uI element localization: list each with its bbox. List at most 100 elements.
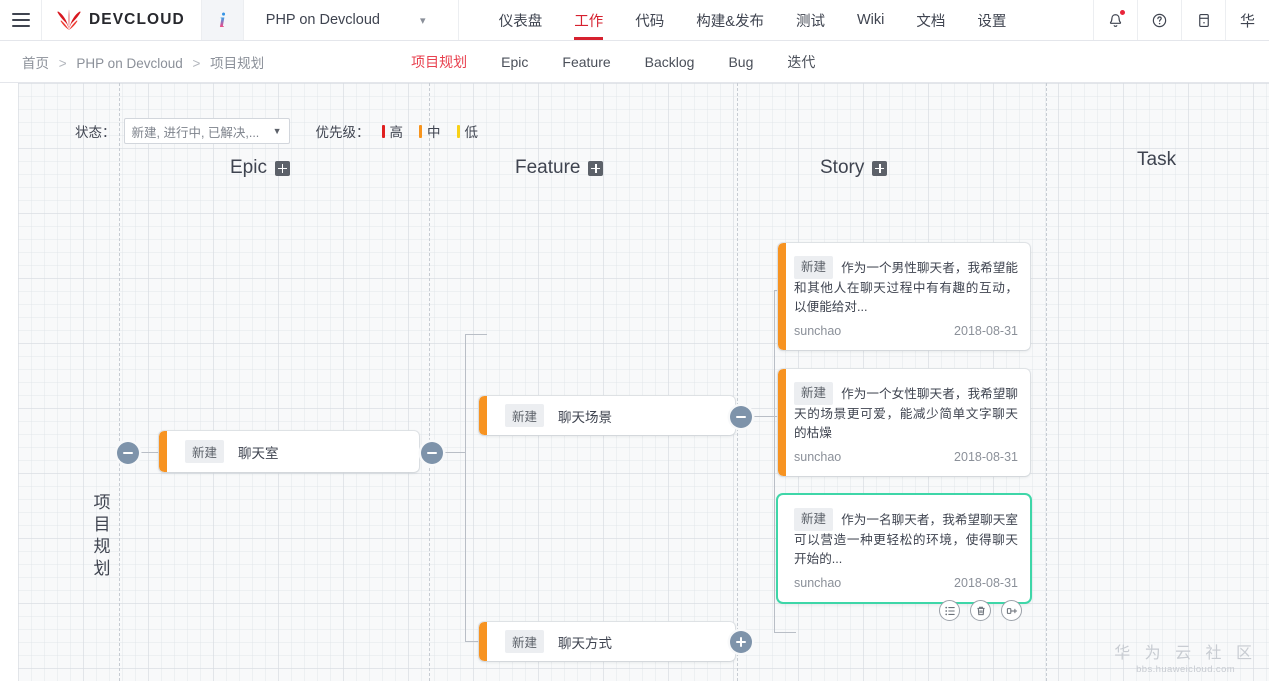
status-badge: 新建 <box>794 508 834 531</box>
main-nav: 仪表盘 工作 代码 构建&发布 测试 Wiki 文档 设置 <box>459 0 1023 40</box>
toggle-collapse-feature-branch[interactable] <box>421 442 443 464</box>
nav-item-settings[interactable]: 设置 <box>961 0 1022 40</box>
huawei-flower-icon <box>56 9 82 31</box>
status-badge: 新建 <box>794 256 834 279</box>
connector-branch <box>774 632 796 633</box>
toggle-collapse-epic[interactable] <box>117 442 139 464</box>
notification-badge <box>1119 9 1126 16</box>
brand-logo-link[interactable]: DEVCLOUD <box>42 0 202 40</box>
story-author: sunchao <box>794 576 842 590</box>
hamburger-icon[interactable] <box>0 0 42 40</box>
priority-filter-label: 优先级： <box>315 125 370 140</box>
priority-legend-high[interactable]: 高 <box>381 121 404 141</box>
nav-item-test[interactable]: 测试 <box>780 0 841 40</box>
info-letter: i <box>219 7 226 32</box>
breadcrumb-item-project[interactable]: PHP on Devcloud <box>76 56 182 71</box>
secondary-bar: 首页 > PHP on Devcloud > 项目规划 项目规划 Epic Fe… <box>0 41 1269 83</box>
info-icon[interactable]: i <box>201 0 244 40</box>
detail-list-icon[interactable] <box>939 600 960 621</box>
status-filter-label: 状态： <box>75 125 116 140</box>
toggle-expand-task-branch[interactable] <box>730 631 752 653</box>
tab-feature[interactable]: Feature <box>545 54 627 70</box>
column-divider <box>737 83 738 681</box>
chevron-down-icon: ▼ <box>272 126 282 136</box>
nav-item-build-release[interactable]: 构建&发布 <box>680 0 780 40</box>
watermark-url: bbs.huaweicloud.com <box>1136 664 1236 675</box>
priority-bar <box>778 243 786 350</box>
connector-spine <box>465 334 466 642</box>
breadcrumb-item-current[interactable]: 项目规划 <box>210 56 264 71</box>
story-card[interactable]: 新建 作为一个女性聊天者，我希望聊天的场景更可爱，能减少简单文字聊天的枯燥 sun… <box>778 369 1030 476</box>
priority-color-swatch <box>419 124 422 138</box>
add-epic-icon[interactable] <box>274 160 290 176</box>
tab-bug[interactable]: Bug <box>711 54 770 70</box>
project-selector[interactable]: PHP on Devcloud ▾ <box>244 0 459 40</box>
tab-project-plan[interactable]: 项目规划 <box>394 52 484 72</box>
add-feature-icon[interactable] <box>588 160 604 176</box>
nav-item-code[interactable]: 代码 <box>619 0 680 40</box>
priority-label: 低 <box>464 125 479 140</box>
priority-legend-medium[interactable]: 中 <box>419 121 441 141</box>
save-icon[interactable] <box>1181 0 1225 40</box>
breadcrumb: 首页 > PHP on Devcloud > 项目规划 <box>0 52 264 72</box>
root-node-label: 项目规划 <box>93 493 111 578</box>
story-meta: sunchao 2018-08-31 <box>794 324 1018 338</box>
feature-card[interactable]: 新建 聊天场景 <box>479 396 735 435</box>
column-title: Feature <box>515 157 581 178</box>
status-badge: 新建 <box>505 630 545 653</box>
story-date: 2018-08-31 <box>954 450 1018 464</box>
priority-bar <box>479 622 487 661</box>
watermark: 华 为 云 社 区 bbs.huaweicloud.com <box>1114 639 1257 675</box>
feature-card[interactable]: 新建 聊天方式 <box>479 622 735 661</box>
priority-bar <box>778 369 786 476</box>
edge-partial-icon[interactable]: 华 <box>1225 0 1269 40</box>
breadcrumb-item-home[interactable]: 首页 <box>22 56 49 71</box>
priority-label: 中 <box>427 125 441 140</box>
priority-label: 高 <box>389 125 404 140</box>
story-card-selected[interactable]: 新建 作为一名聊天者，我希望聊天室可以营造一种更轻松的环境，使得聊天开始的... … <box>778 495 1030 602</box>
filter-bar: 状态： 新建, 进行中, 已解决,... ▼ 优先级： 高 中 低 <box>75 118 494 144</box>
story-card[interactable]: 新建 作为一个男性聊天者，我希望能和其他人在聊天过程中有有趣的互动，以便能给对..… <box>778 243 1030 350</box>
tab-backlog[interactable]: Backlog <box>628 54 712 70</box>
tab-epic[interactable]: Epic <box>484 54 545 70</box>
top-icon-group: 华 <box>1093 0 1269 40</box>
connector-stem <box>752 416 774 417</box>
column-header-story: Story <box>820 157 888 179</box>
nav-item-work[interactable]: 工作 <box>558 0 619 40</box>
priority-color-swatch <box>381 124 385 138</box>
sub-navigation: 项目规划 Epic Feature Backlog Bug 迭代 <box>394 52 832 72</box>
story-description-wrap: 新建 作为一个男性聊天者，我希望能和其他人在聊天过程中有有趣的互动，以便能给对..… <box>794 256 1018 317</box>
help-icon[interactable] <box>1137 0 1181 40</box>
status-badge: 新建 <box>505 404 545 427</box>
edge-partial-label: 华 <box>1239 12 1255 30</box>
card-title: 聊天室 <box>238 445 279 461</box>
breadcrumb-separator: > <box>192 55 201 71</box>
top-navigation-bar: DEVCLOUD i PHP on Devcloud ▾ 仪表盘 工作 代码 构… <box>0 0 1269 41</box>
connector-branch <box>465 334 487 335</box>
column-divider <box>429 83 430 681</box>
nav-item-wiki[interactable]: Wiki <box>841 0 900 40</box>
status-filter-select[interactable]: 新建, 进行中, 已解决,... ▼ <box>123 118 290 144</box>
story-date: 2018-08-31 <box>954 324 1018 338</box>
delete-icon[interactable] <box>970 600 991 621</box>
nav-item-docs[interactable]: 文档 <box>900 0 961 40</box>
mindmap-canvas[interactable]: 状态： 新建, 进行中, 已解决,... ▼ 优先级： 高 中 低 Epic F… <box>18 83 1269 681</box>
nav-item-dashboard[interactable]: 仪表盘 <box>483 0 559 40</box>
priority-color-swatch <box>456 124 460 138</box>
add-child-icon[interactable] <box>1001 600 1022 621</box>
add-story-icon[interactable] <box>872 160 888 176</box>
brand-name: DEVCLOUD <box>89 11 185 28</box>
column-header-epic: Epic <box>230 157 290 179</box>
connector-stem <box>443 452 465 453</box>
connector-spine <box>774 290 775 633</box>
toggle-collapse-story-branch[interactable] <box>730 406 752 428</box>
epic-card[interactable]: 新建 聊天室 <box>159 431 419 472</box>
tab-iteration[interactable]: 迭代 <box>770 52 832 72</box>
story-meta: sunchao 2018-08-31 <box>794 576 1018 590</box>
bell-icon[interactable] <box>1093 0 1137 40</box>
card-action-toolbar <box>939 600 1022 621</box>
status-badge: 新建 <box>794 382 834 405</box>
priority-legend-low[interactable]: 低 <box>456 121 479 141</box>
story-meta: sunchao 2018-08-31 <box>794 450 1018 464</box>
watermark-title: 华 为 云 社 区 <box>1114 645 1257 662</box>
